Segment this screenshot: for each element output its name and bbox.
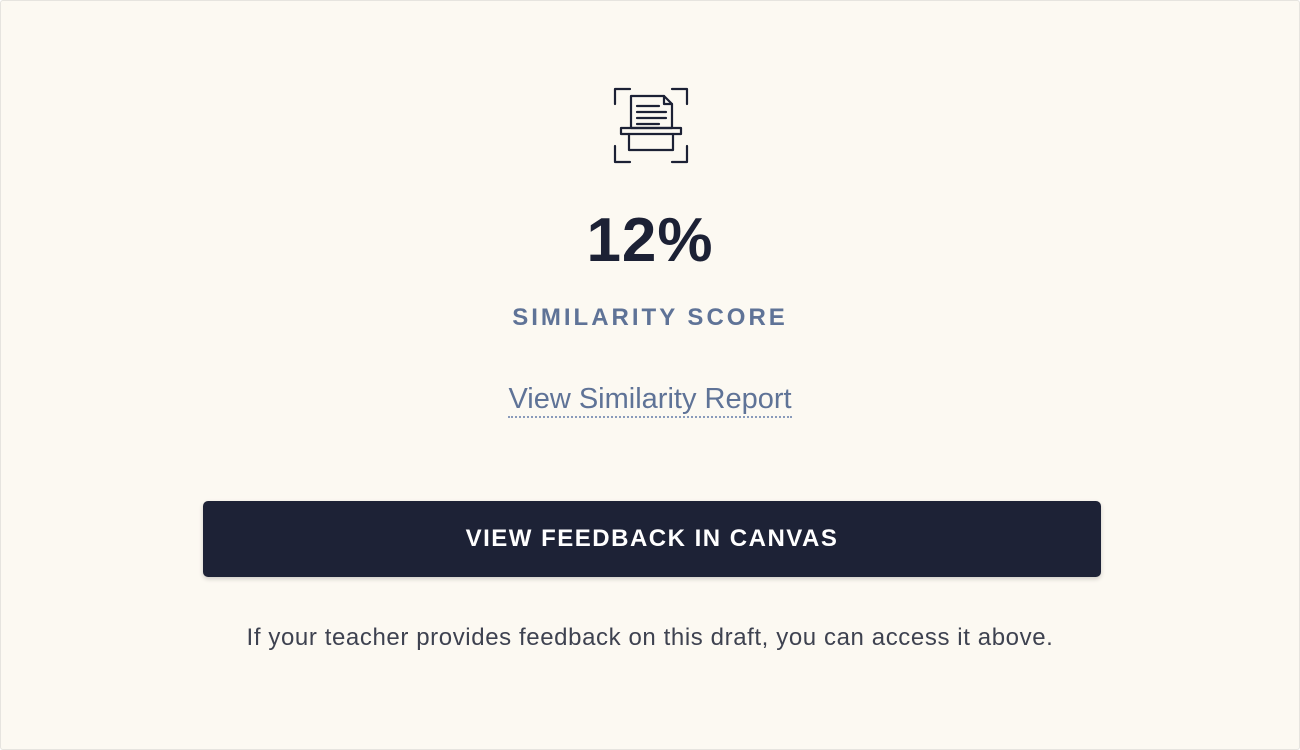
view-similarity-report-link[interactable]: View Similarity Report xyxy=(508,383,792,418)
similarity-score-label: SIMILARITY SCORE xyxy=(512,304,788,331)
similarity-result-panel: 12% SIMILARITY SCORE View Similarity Rep… xyxy=(0,0,1300,750)
report-link-container: View Similarity Report xyxy=(1,379,1299,424)
feedback-help-text: If your teacher provides feedback on thi… xyxy=(246,624,1054,651)
similarity-score-value: 12% xyxy=(586,206,714,275)
view-feedback-in-canvas-button[interactable]: VIEW FEEDBACK IN CANVAS xyxy=(203,501,1101,577)
document-scan-icon xyxy=(613,87,689,164)
